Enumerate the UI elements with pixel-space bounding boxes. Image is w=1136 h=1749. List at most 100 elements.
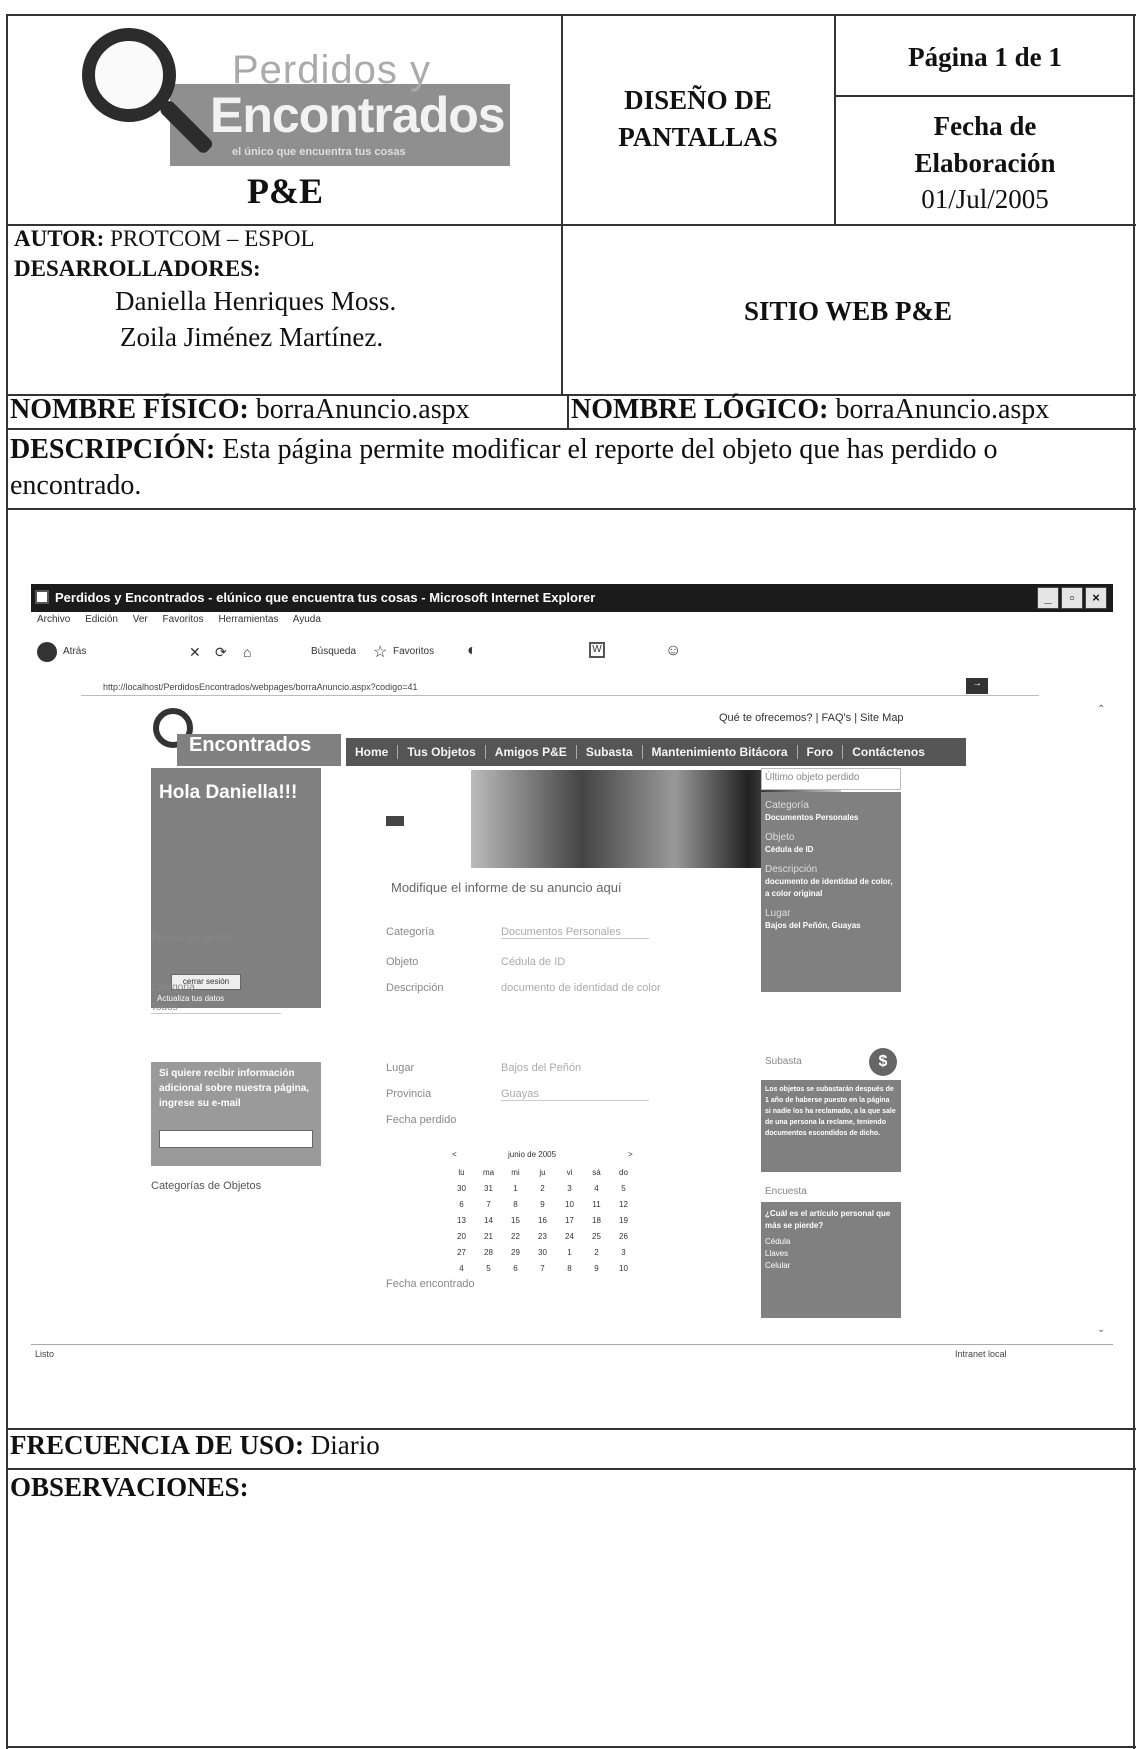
close-button[interactable]: × [1085,587,1107,609]
link-offer[interactable]: Qué te ofrecemos? [719,712,813,724]
calendar-week: 20 21 22 23 24 25 26 [448,1228,637,1244]
calendar-day[interactable]: 28 [475,1244,502,1260]
link-sitemap[interactable]: Site Map [860,712,903,724]
calendar-day[interactable]: 19 [610,1212,637,1228]
calendar-day[interactable]: 14 [475,1212,502,1228]
menu-edicion[interactable]: Edición [85,614,118,625]
calendar-day[interactable]: 2 [529,1180,556,1196]
calendar-day[interactable]: 15 [502,1212,529,1228]
poll-option-1[interactable]: Cédula [765,1236,897,1248]
stop-icon[interactable]: ✕ [189,644,201,661]
status-left: Listo [35,1349,55,1359]
menu-herramientas[interactable]: Herramientas [218,614,278,625]
address-bar[interactable]: http://localhost/PerdidosEncontrados/web… [81,678,1039,696]
back-arrow-icon[interactable] [37,642,57,662]
nav-subasta[interactable]: Subasta [575,745,642,759]
nav-tus-objetos[interactable]: Tus Objetos [397,745,485,759]
calendar-day[interactable]: 22 [502,1228,529,1244]
calendar-day[interactable]: 24 [556,1228,583,1244]
favorites-star-icon[interactable]: ☆ [373,642,387,662]
calendar-day[interactable]: 9 [529,1196,556,1212]
calendar-day[interactable]: 3 [610,1244,637,1260]
calendar-day[interactable]: 4 [583,1180,610,1196]
calendar-day[interactable]: 5 [475,1260,502,1276]
home-icon[interactable]: ⌂ [243,644,251,660]
calendar-day[interactable]: 9 [583,1260,610,1276]
back-label[interactable]: Atrás [63,646,86,657]
field-value-lugar[interactable]: Bajos del Peñón [501,1062,581,1074]
menu-favoritos[interactable]: Favoritos [163,614,204,625]
refresh-icon[interactable]: ⟳ [215,644,227,661]
field-value-objeto[interactable]: Cédula de ID [501,956,565,968]
calendar-day[interactable]: 17 [556,1212,583,1228]
calendar-day[interactable]: 30 [529,1244,556,1260]
calendar-prev[interactable]: < [452,1150,457,1159]
calendar-day[interactable]: 20 [448,1228,475,1244]
poll-option-3[interactable]: Celular [765,1260,897,1272]
minimize-button[interactable]: _ [1037,587,1059,609]
calendar-day[interactable]: 3 [556,1180,583,1196]
row-divider-4 [6,508,1136,510]
window-titlebar: Perdidos y Encontrados - elúnico que enc… [31,584,1113,612]
nav-amigos[interactable]: Amigos P&E [484,745,576,759]
calendar-day[interactable]: 10 [610,1260,637,1276]
calendar-day[interactable]: 25 [583,1228,610,1244]
calendar-day[interactable]: 10 [556,1196,583,1212]
nav-mantenimiento[interactable]: Mantenimiento Bitácora [641,745,797,759]
menu-ayuda[interactable]: Ayuda [293,614,321,625]
favorites-label[interactable]: Favoritos [393,646,434,657]
calendar-day[interactable]: 12 [610,1196,637,1212]
menu-ver[interactable]: Ver [133,614,148,625]
field-label-provincia: Provincia [386,1088,432,1100]
calendar-day[interactable]: 1 [502,1180,529,1196]
scroll-down-icon[interactable]: ⌄ [1097,1324,1105,1335]
field-select-provincia[interactable]: Guayas [501,1088,649,1101]
calendar-day[interactable]: 7 [529,1260,556,1276]
logical-name-label: NOMBRE LÓGICO: [571,394,829,425]
calendar-day[interactable]: 11 [583,1196,610,1212]
nav-foro[interactable]: Foro [796,745,843,759]
calendar-day[interactable]: 23 [529,1228,556,1244]
calendar-day[interactable]: 8 [502,1196,529,1212]
media-icon[interactable]: ◐ [467,642,477,660]
category-select-left[interactable]: Todos [151,1002,281,1014]
calendar-day[interactable]: 30 [448,1180,475,1196]
calendar-day[interactable]: 6 [502,1260,529,1276]
calendar-day[interactable]: 26 [610,1228,637,1244]
calendar-day[interactable]: 7 [475,1196,502,1212]
scroll-up-icon[interactable]: ⌃ [1097,704,1105,715]
maximize-button[interactable]: ▫ [1061,587,1083,609]
messenger-icon[interactable]: ☺ [665,642,681,660]
calendar-day[interactable]: 2 [583,1244,610,1260]
word-icon[interactable]: W [589,642,605,658]
poll-option-2[interactable]: Llaves [765,1248,897,1260]
ie-icon [35,590,49,604]
categories-link[interactable]: Categorías de Objetos [151,1180,261,1192]
nav-contactenos[interactable]: Contáctenos [842,745,934,759]
calendar-day[interactable]: 5 [610,1180,637,1196]
search-label[interactable]: Búsqueda [311,646,356,657]
address-url[interactable]: http://localhost/PerdidosEncontrados/web… [103,682,417,692]
go-arrow-icon[interactable]: → [966,678,988,694]
field-select-categoria[interactable]: Documentos Personales [501,926,649,939]
calendar-day[interactable]: 27 [448,1244,475,1260]
field-value-descripcion[interactable]: documento de identidad de color [501,982,661,994]
calendar-day[interactable]: 18 [583,1212,610,1228]
calendar-day[interactable]: 6 [448,1196,475,1212]
calendar-next[interactable]: > [628,1150,633,1159]
menu-archivo[interactable]: Archivo [37,614,70,625]
calendar-day[interactable]: 16 [529,1212,556,1228]
calendar-day[interactable]: 1 [556,1244,583,1260]
calendar-day[interactable]: 4 [448,1260,475,1276]
calendar-day[interactable]: 29 [502,1244,529,1260]
email-input[interactable] [159,1130,313,1148]
banner-icon [386,816,404,826]
search-icon[interactable]: ⌕ [293,950,300,966]
site-logo-text[interactable]: Encontrados [189,734,311,757]
nav-home[interactable]: Home [346,745,397,759]
calendar-day[interactable]: 13 [448,1212,475,1228]
calendar-day[interactable]: 8 [556,1260,583,1276]
link-faq[interactable]: FAQ's [822,712,852,724]
calendar-day[interactable]: 21 [475,1228,502,1244]
calendar-day[interactable]: 31 [475,1180,502,1196]
